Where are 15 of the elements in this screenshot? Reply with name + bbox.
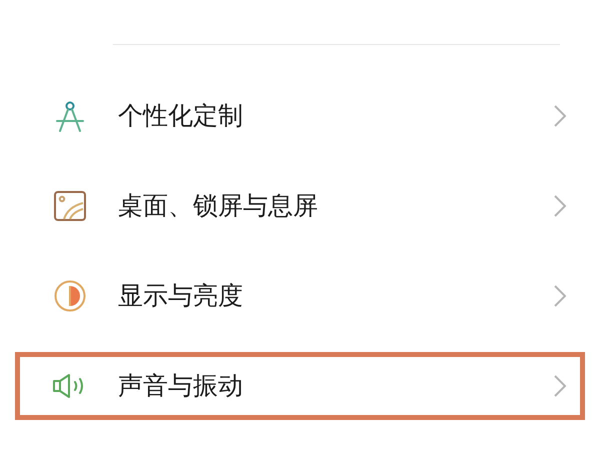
settings-row[interactable]: 桌面、锁屏与息屏 (15, 172, 585, 240)
picture-frame-icon (54, 191, 86, 221)
settings-row[interactable]: 显示与亮度 (15, 262, 585, 330)
row-label: 显示与亮度 (118, 280, 244, 312)
settings-row[interactable]: 声音与振动 (15, 352, 585, 420)
chevron-icon (554, 105, 566, 127)
chevron-icon (554, 375, 566, 397)
half-circle-icon (54, 280, 86, 312)
chevron-icon (554, 195, 566, 217)
row-label: 声音与振动 (118, 370, 244, 402)
row-label: 桌面、锁屏与息屏 (118, 190, 319, 222)
row-label: 个性化定制 (118, 100, 244, 132)
compass-icon (55, 100, 85, 132)
chevron-icon (554, 285, 566, 307)
settings-row[interactable]: 个性化定制 (15, 82, 585, 150)
